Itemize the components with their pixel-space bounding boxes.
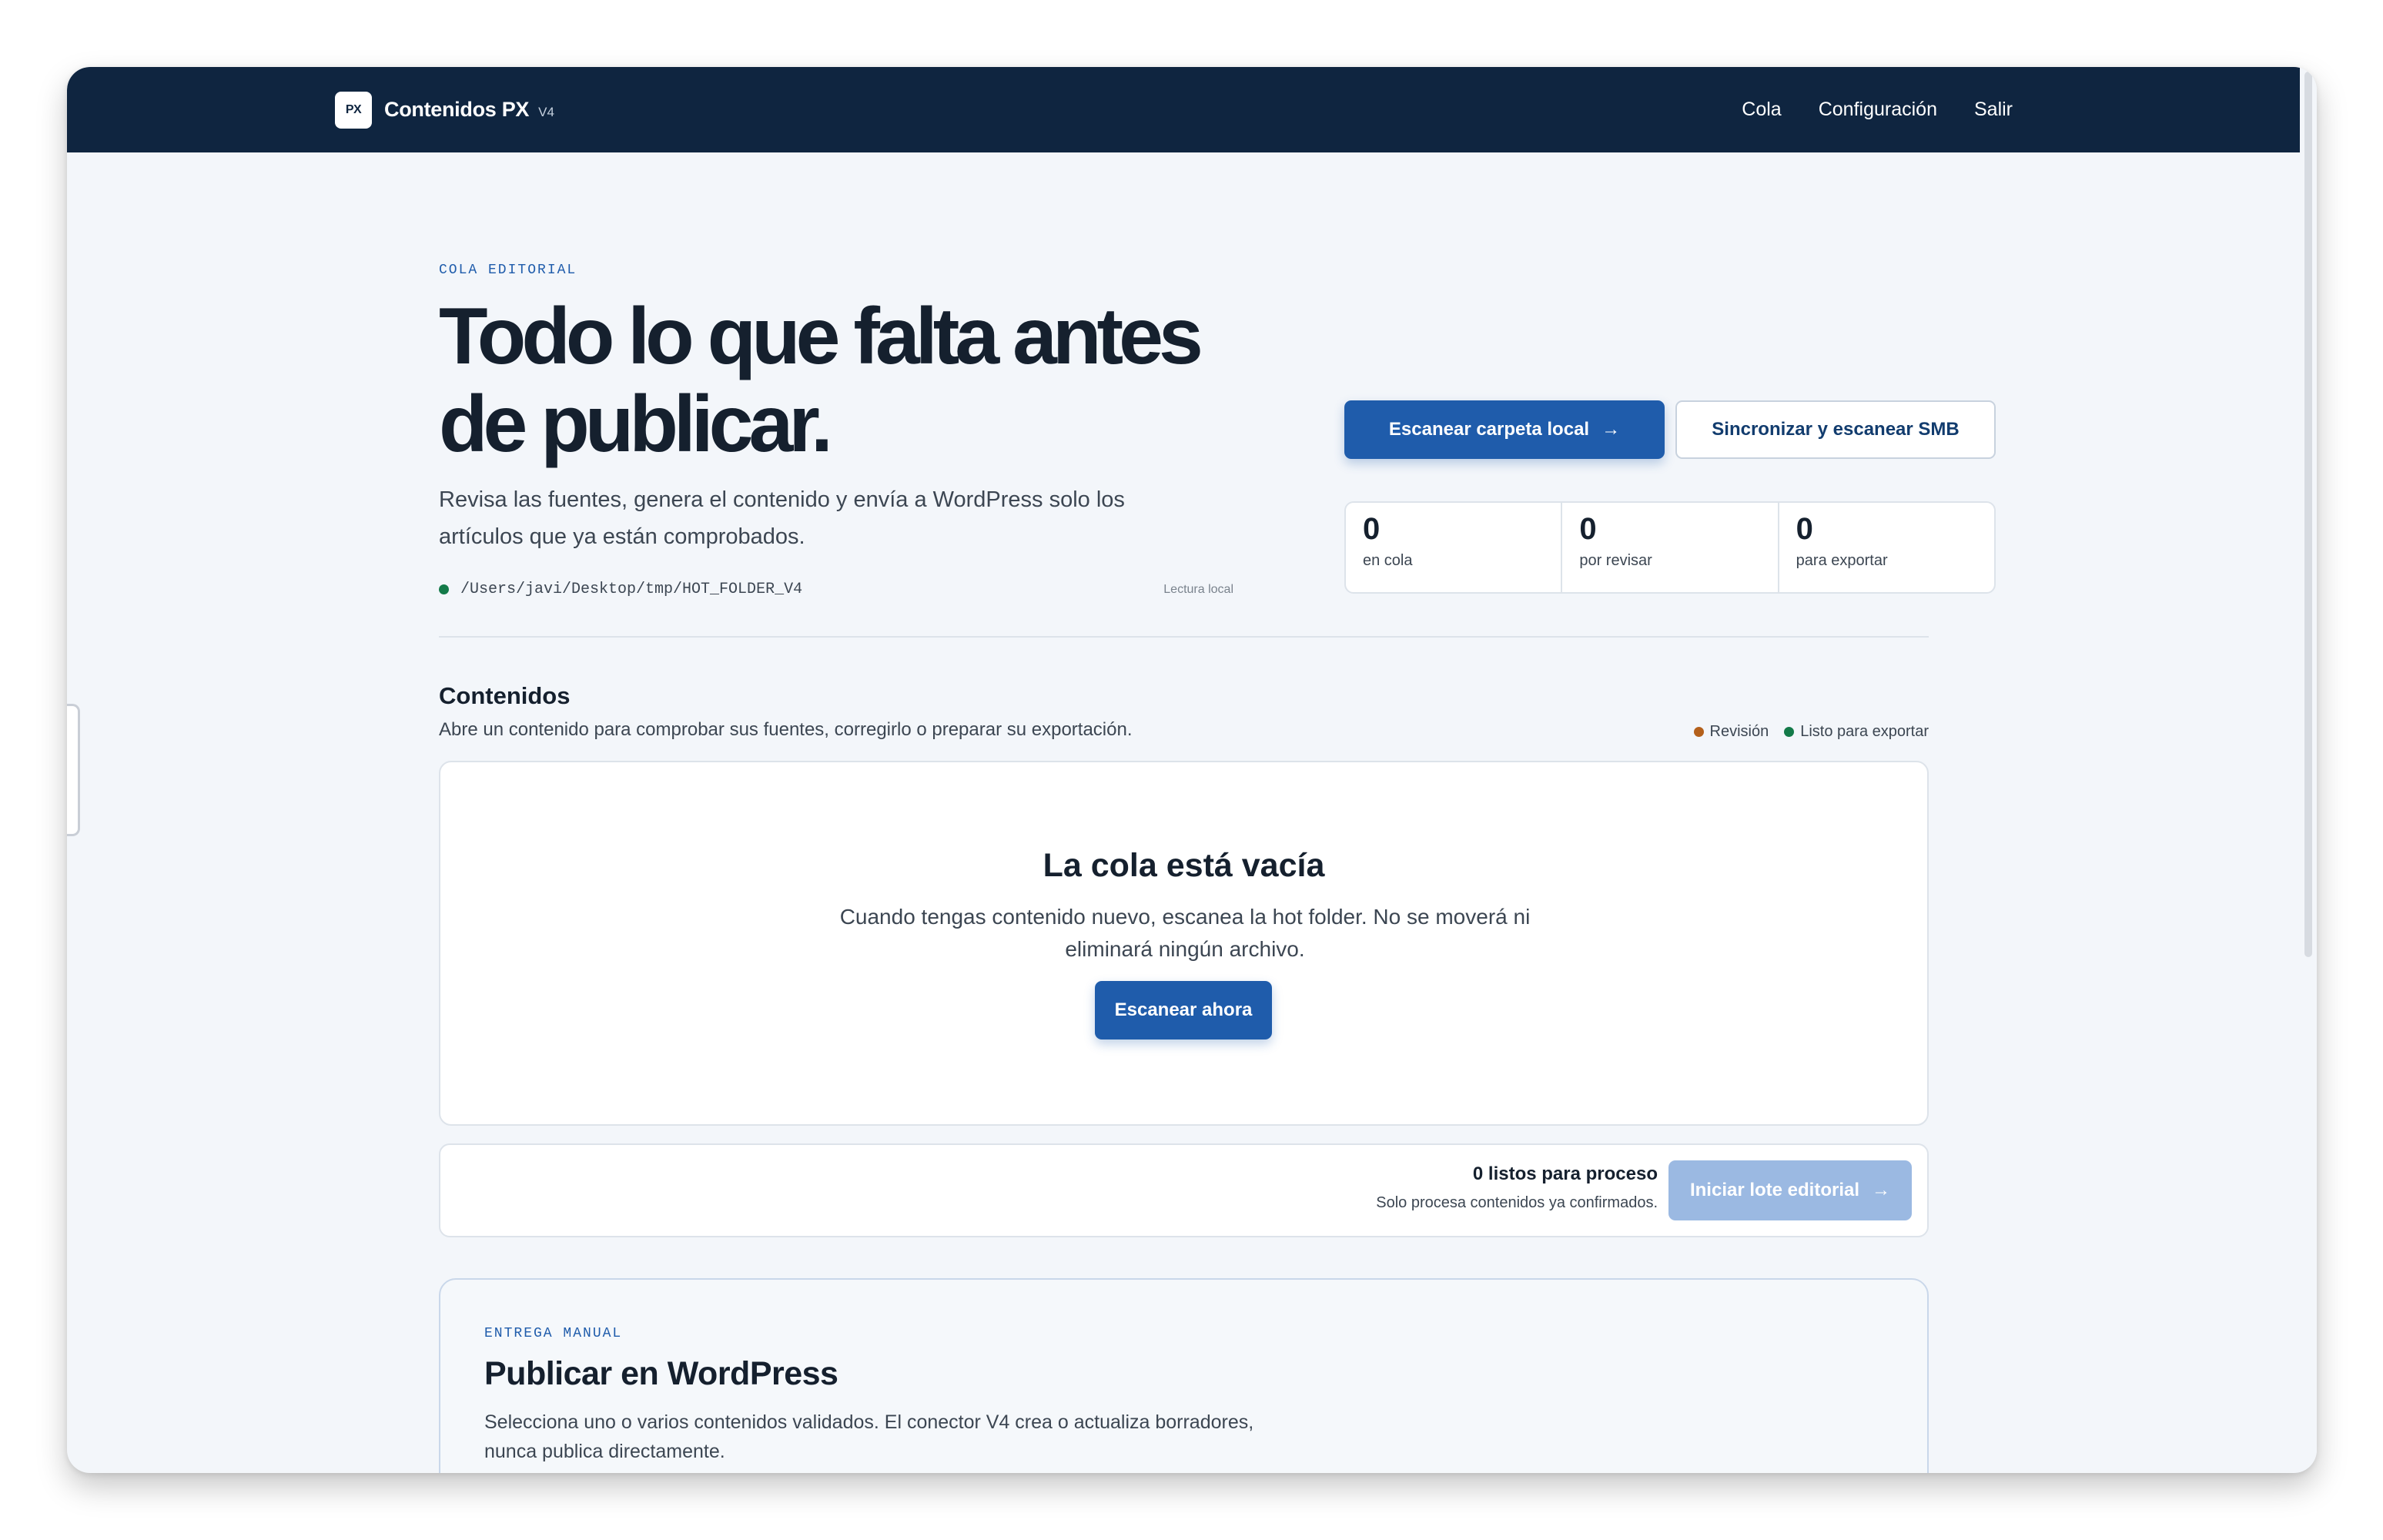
legend-label: Revisión <box>1709 723 1769 740</box>
legend-item-revision: Revisión <box>1693 723 1769 741</box>
empty-queue-title: La cola está vacía <box>1043 847 1325 884</box>
top-navigation-bar: PX Contenidos PX V4 Cola Configuración S… <box>67 67 2300 152</box>
empty-queue-text: Cuando tengas contenido nuevo, escanea l… <box>839 905 1531 961</box>
hot-folder-path: /Users/javi/Desktop/tmp/HOT_FOLDER_V4 <box>460 581 803 598</box>
nav-link-cola[interactable]: Cola <box>1742 99 1781 121</box>
stat-label: por revisar <box>1579 552 1652 569</box>
empty-queue-card: La cola está vacía Cuando tengas conteni… <box>439 761 1929 1126</box>
contents-title: Contenidos <box>439 682 571 709</box>
batch-info: 0 listos para proceso Solo procesa conte… <box>1376 1163 1658 1212</box>
contents-subtitle: Abre un contenido para comprobar sus fue… <box>439 719 1133 740</box>
batch-count: 0 listos para proceso <box>1472 1163 1658 1184</box>
side-panel-handle[interactable] <box>67 704 80 836</box>
page-title: Todo lo que falta antes de publicar. <box>439 292 1203 469</box>
stat-en-cola: 0 en cola <box>1346 503 1563 592</box>
vertical-scrollbar[interactable] <box>2300 67 2317 1473</box>
wordpress-panel: ENTREGA MANUAL Publicar en WordPress Sel… <box>439 1278 1929 1473</box>
app-window: PX Contenidos PX V4 Cola Configuración S… <box>67 67 2317 1473</box>
hero-description: Revisa las fuentes, genera el contenido … <box>439 487 1125 549</box>
sync-smb-button[interactable]: Sincronizar y escanear SMB <box>1675 400 1996 459</box>
stat-label: en cola <box>1363 552 1413 569</box>
hot-folder-path-row: /Users/javi/Desktop/tmp/HOT_FOLDER_V4 Le… <box>439 581 1233 598</box>
scan-local-folder-label: Escanear carpeta local <box>1388 419 1590 440</box>
stat-label: para exportar <box>1796 552 1888 569</box>
status-dot-icon <box>439 584 449 594</box>
nav-link-configuracion[interactable]: Configuración <box>1819 99 1937 121</box>
stat-para-exportar: 0 para exportar <box>1779 503 1994 592</box>
sync-smb-label: Sincronizar y escanear SMB <box>1712 419 1960 440</box>
stat-por-revisar: 0 por revisar <box>1562 503 1779 592</box>
arrow-right-icon: → <box>1872 1180 1891 1200</box>
brand[interactable]: PX Contenidos PX V4 <box>335 90 554 129</box>
start-batch-label: Iniciar lote editorial <box>1689 1180 1860 1200</box>
app-version: V4 <box>538 104 554 119</box>
legend-item-listo: Listo para exportar <box>1784 723 1929 741</box>
stat-value: 0 <box>1796 512 1813 546</box>
wordpress-eyebrow: ENTREGA MANUAL <box>484 1326 623 1341</box>
section-divider <box>439 636 1929 638</box>
app-name: Contenidos PX <box>384 98 530 121</box>
status-legend: Revisión Listo para exportar <box>1678 723 1929 741</box>
stat-value: 0 <box>1363 512 1381 546</box>
batch-bar: 0 listos para proceso Solo procesa conte… <box>439 1143 1929 1237</box>
scan-now-button[interactable]: Escanear ahora <box>1095 981 1272 1040</box>
main-nav: Cola Configuración Salir <box>1705 67 2013 152</box>
scan-local-folder-button[interactable]: Escanear carpeta local → <box>1344 400 1665 459</box>
green-dot-icon <box>1784 727 1795 737</box>
hero-eyebrow: COLA EDITORIAL <box>439 263 577 278</box>
stat-value: 0 <box>1579 512 1597 546</box>
arrow-right-icon: → <box>1601 419 1621 440</box>
scrollbar-thumb[interactable] <box>2304 72 2312 957</box>
legend-label: Listo para exportar <box>1800 723 1929 740</box>
queue-stats: 0 en cola 0 por revisar 0 para exportar <box>1344 501 1996 594</box>
brand-logo-icon: PX <box>335 91 372 129</box>
path-mode-tag: Lectura local <box>1163 582 1233 596</box>
nav-link-salir[interactable]: Salir <box>1974 99 2013 121</box>
orange-dot-icon <box>1693 727 1704 737</box>
wordpress-title: Publicar en WordPress <box>484 1355 838 1392</box>
batch-note: Solo procesa contenidos ya confirmados. <box>1376 1194 1658 1211</box>
start-batch-button[interactable]: Iniciar lote editorial → <box>1668 1160 1912 1220</box>
wordpress-description: Selecciona uno o varios contenidos valid… <box>484 1411 1254 1462</box>
